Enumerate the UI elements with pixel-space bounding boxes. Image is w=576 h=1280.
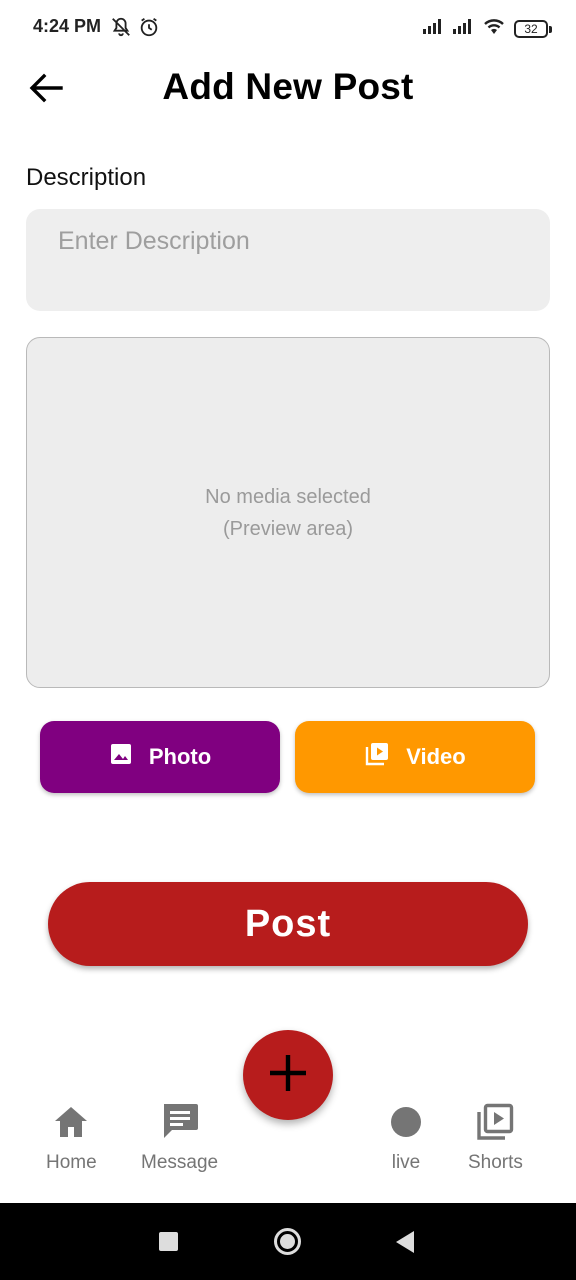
description-input[interactable] <box>26 209 550 311</box>
status-right-icons: 32 <box>422 17 552 40</box>
page-title: Add New Post <box>162 66 414 107</box>
image-icon <box>109 742 133 772</box>
post-button[interactable]: Post <box>48 882 528 966</box>
nav-item-message[interactable]: Message <box>141 1102 218 1174</box>
nav-label-live: live <box>391 1152 421 1173</box>
mute-bell-icon <box>110 16 132 43</box>
live-icon <box>386 1102 426 1142</box>
video-library-icon <box>364 741 390 773</box>
nav-label-home: Home <box>46 1152 97 1173</box>
nav-item-live[interactable]: live <box>386 1102 426 1174</box>
message-icon <box>160 1102 200 1142</box>
back-triangle-icon[interactable] <box>396 1231 414 1253</box>
status-bar: 4:24 PM 32 <box>0 0 576 56</box>
photo-button[interactable]: Photo <box>40 721 280 793</box>
status-time: 4:24 PM <box>33 16 102 36</box>
nav-label-shorts: Shorts <box>468 1152 523 1173</box>
status-left-icons <box>110 16 160 43</box>
video-button[interactable]: Video <box>295 721 535 793</box>
wifi-icon <box>482 17 506 40</box>
preview-empty-text: No media selected <box>205 485 371 508</box>
nav-item-shorts[interactable]: Shorts <box>468 1102 523 1174</box>
nav-item-home[interactable]: Home <box>46 1102 97 1174</box>
media-preview-area: No media selected (Preview area) <box>26 337 550 688</box>
home-icon <box>51 1102 91 1142</box>
signal-icon <box>452 18 474 39</box>
home-circle-icon[interactable] <box>274 1228 301 1255</box>
preview-hint-text: (Preview area) <box>222 517 354 540</box>
battery-icon: 32 <box>514 19 552 38</box>
video-button-label: Video <box>406 744 466 769</box>
signal-icon <box>422 18 444 39</box>
nav-label-message: Message <box>141 1152 219 1173</box>
plus-icon <box>266 1051 310 1100</box>
alarm-icon <box>138 16 160 43</box>
add-post-fab[interactable] <box>243 1030 333 1120</box>
recents-icon[interactable] <box>159 1232 178 1251</box>
system-navigation-bar <box>0 1203 576 1280</box>
photo-button-label: Photo <box>148 744 212 769</box>
description-label: Description <box>26 164 147 191</box>
shorts-icon <box>475 1102 515 1142</box>
